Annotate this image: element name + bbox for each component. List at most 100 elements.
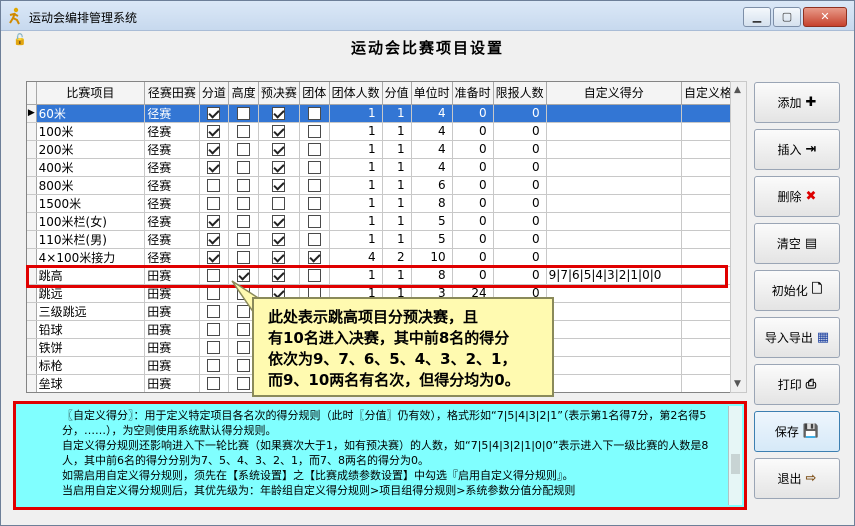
event-name-cell[interactable]: 200米 — [36, 140, 146, 159]
column-header[interactable]: 单位时 — [411, 82, 453, 105]
event-name-cell[interactable]: 100米栏(女) — [36, 212, 146, 231]
score-cell[interactable]: 1 — [382, 230, 412, 249]
team-checkbox[interactable] — [307, 179, 321, 192]
prelim-checkbox[interactable] — [272, 143, 286, 156]
custom-format-cell[interactable] — [681, 230, 735, 249]
limit-cell[interactable]: 0 — [493, 194, 547, 213]
event-name-cell[interactable]: 800米 — [36, 176, 146, 195]
event-type-cell[interactable]: 径赛 — [144, 212, 200, 231]
custom-score-cell[interactable] — [546, 122, 682, 141]
event-type-cell[interactable]: 径赛 — [144, 230, 200, 249]
prelim-checkbox[interactable] — [272, 215, 286, 228]
height-checkbox[interactable] — [237, 359, 251, 372]
row-indicator[interactable] — [27, 140, 37, 159]
height-checkbox[interactable] — [237, 251, 251, 264]
note-scrollbar[interactable] — [728, 406, 742, 505]
prep-time-cell[interactable]: 0 — [452, 104, 494, 123]
scroll-down-icon[interactable]: ▼ — [734, 379, 741, 389]
clear-button[interactable]: 清空 ▤ — [754, 223, 840, 264]
prep-time-cell[interactable]: 0 — [452, 230, 494, 249]
lane-checkbox[interactable] — [207, 125, 221, 138]
prelim-checkbox[interactable] — [272, 179, 286, 192]
event-name-cell[interactable]: 标枪 — [36, 356, 146, 375]
event-name-cell[interactable]: 铁饼 — [36, 338, 146, 357]
column-header[interactable]: 高度 — [228, 82, 259, 105]
event-type-cell[interactable]: 田赛 — [144, 356, 200, 375]
column-header[interactable]: 分道 — [199, 82, 230, 105]
height-checkbox[interactable] — [237, 197, 251, 210]
custom-format-cell[interactable] — [681, 338, 735, 357]
unit-time-cell[interactable]: 8 — [411, 194, 453, 213]
custom-format-cell[interactable] — [681, 212, 735, 231]
custom-score-cell[interactable] — [546, 176, 682, 195]
event-type-cell[interactable]: 田赛 — [144, 374, 200, 392]
height-checkbox[interactable] — [237, 377, 251, 390]
prep-time-cell[interactable]: 0 — [452, 140, 494, 159]
height-checkbox[interactable] — [237, 233, 251, 246]
team-count-cell[interactable]: 1 — [329, 158, 383, 177]
lane-checkbox[interactable] — [207, 197, 221, 210]
event-name-cell[interactable]: 4×100米接力 — [36, 248, 146, 267]
lane-checkbox[interactable] — [207, 179, 221, 192]
event-type-cell[interactable]: 径赛 — [144, 122, 200, 141]
grid-scrollbar[interactable]: ▲ ▼ — [730, 81, 747, 393]
custom-format-cell[interactable] — [681, 320, 735, 339]
document-button[interactable]: 初始化 🗋 — [754, 270, 840, 311]
current-row-icon[interactable]: ▶ — [27, 104, 37, 123]
prelim-checkbox[interactable] — [272, 251, 286, 264]
column-header[interactable]: 团体 — [299, 82, 330, 105]
score-cell[interactable]: 1 — [382, 158, 412, 177]
custom-format-cell[interactable] — [681, 356, 735, 375]
score-cell[interactable]: 1 — [382, 212, 412, 231]
limit-cell[interactable]: 0 — [493, 212, 547, 231]
unit-time-cell[interactable]: 6 — [411, 176, 453, 195]
custom-score-cell[interactable] — [546, 158, 682, 177]
row-indicator[interactable] — [27, 320, 37, 339]
height-checkbox[interactable] — [237, 341, 251, 354]
lane-checkbox[interactable] — [207, 305, 221, 318]
prep-time-cell[interactable]: 0 — [452, 212, 494, 231]
unit-time-cell[interactable]: 5 — [411, 230, 453, 249]
close-button[interactable]: ✕ — [803, 7, 847, 27]
team-checkbox[interactable] — [307, 251, 321, 264]
team-checkbox[interactable] — [307, 215, 321, 228]
limit-cell[interactable]: 0 — [493, 248, 547, 267]
custom-score-cell[interactable] — [546, 338, 682, 357]
team-count-cell[interactable]: 1 — [329, 212, 383, 231]
event-type-cell[interactable]: 田赛 — [144, 302, 200, 321]
prep-time-cell[interactable]: 0 — [452, 194, 494, 213]
limit-cell[interactable]: 0 — [493, 176, 547, 195]
team-count-cell[interactable]: 1 — [329, 104, 383, 123]
column-header[interactable]: 自定义得分 — [546, 82, 682, 105]
insert-button[interactable]: 插入 ⇥ — [754, 129, 840, 170]
delete-button[interactable]: 删除 ✖ — [754, 176, 840, 217]
table-row[interactable]: 400米 径赛 1 1 4 0 0 — [27, 158, 735, 177]
custom-score-cell[interactable] — [546, 104, 682, 123]
custom-score-cell[interactable] — [546, 320, 682, 339]
event-name-cell[interactable]: 三级跳远 — [36, 302, 146, 321]
team-count-cell[interactable]: 1 — [329, 176, 383, 195]
limit-cell[interactable]: 0 — [493, 230, 547, 249]
score-cell[interactable]: 1 — [382, 140, 412, 159]
prelim-checkbox[interactable] — [272, 233, 286, 246]
limit-cell[interactable]: 0 — [493, 140, 547, 159]
score-cell[interactable]: 1 — [382, 104, 412, 123]
row-indicator[interactable] — [27, 338, 37, 357]
table-row[interactable]: 200米 径赛 1 1 4 0 0 — [27, 140, 735, 159]
team-count-cell[interactable]: 1 — [329, 230, 383, 249]
event-type-cell[interactable]: 田赛 — [144, 320, 200, 339]
height-checkbox[interactable] — [237, 161, 251, 174]
team-count-cell[interactable]: 1 — [329, 140, 383, 159]
custom-score-cell[interactable] — [546, 248, 682, 267]
custom-format-cell[interactable] — [681, 176, 735, 195]
row-indicator[interactable] — [27, 122, 37, 141]
table-row[interactable]: 110米栏(男) 径赛 1 1 5 0 0 — [27, 230, 735, 249]
printer-button[interactable]: 打印 ⎙ — [754, 364, 840, 405]
custom-score-cell[interactable] — [546, 302, 682, 321]
column-header[interactable]: 预决赛 — [258, 82, 300, 105]
team-count-cell[interactable]: 4 — [329, 248, 383, 267]
row-indicator[interactable] — [27, 374, 37, 392]
event-name-cell[interactable]: 60米 — [36, 104, 146, 123]
custom-score-cell[interactable] — [546, 374, 682, 392]
column-header[interactable]: 径赛田赛 — [144, 82, 200, 105]
